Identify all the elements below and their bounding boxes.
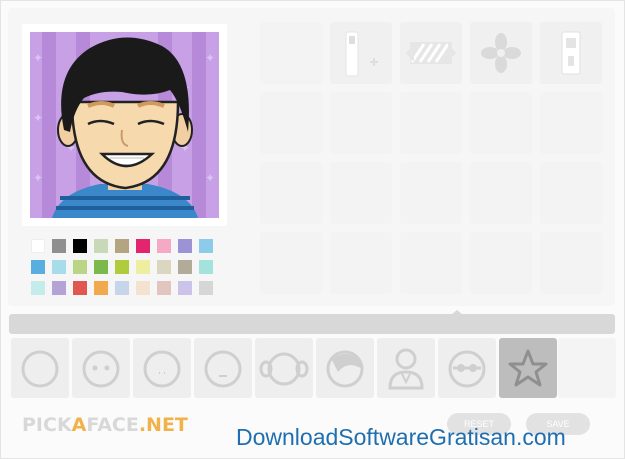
option-slot[interactable] [540,92,602,154]
watermark-text: DownloadSoftwareGratisan.com [236,424,566,450]
phone-device-icon [561,31,581,75]
color-swatch[interactable] [157,239,171,253]
option-slot[interactable] [400,92,462,154]
color-swatch[interactable] [73,260,87,274]
logo-text-net: .NET [138,414,188,436]
color-swatch[interactable] [115,281,129,295]
site-logo: PICKAFACE.NET [22,414,188,436]
option-slot[interactable] [400,162,462,224]
category-tabs [9,338,616,398]
color-swatch[interactable] [178,260,192,274]
option-slot[interactable] [470,92,532,154]
tab-clothes[interactable] [377,338,435,398]
option-slot[interactable] [330,232,392,294]
color-swatch[interactable] [94,239,108,253]
extras-star-icon [508,349,548,387]
logo-text-face: FACE [86,414,139,436]
logo-text-a: A [71,414,87,436]
mouth-icon [204,350,242,388]
color-swatch[interactable] [31,260,45,274]
color-swatch[interactable] [52,281,66,295]
svg-text:✦: ✦ [33,51,43,65]
tab-glasses[interactable] [438,338,496,398]
color-swatch[interactable] [52,260,66,274]
nose-icon [143,350,181,388]
flower-ornament-icon [481,33,521,73]
option-empty[interactable] [260,22,322,84]
color-swatch[interactable] [199,239,213,253]
svg-text:✦: ✦ [205,51,215,65]
color-swatch[interactable] [73,281,87,295]
glasses-icon [448,350,486,388]
color-swatch[interactable] [157,281,171,295]
color-swatch[interactable] [115,260,129,274]
svg-text:✦: ✦ [33,171,43,185]
category-divider [9,314,615,334]
color-swatch[interactable] [178,281,192,295]
option-slot[interactable] [330,162,392,224]
color-swatch[interactable] [199,281,213,295]
tab-face-shape[interactable] [11,338,69,398]
option-slot[interactable] [540,232,602,294]
color-swatch[interactable] [199,260,213,274]
color-swatch[interactable] [31,239,45,253]
option-slot[interactable] [470,162,532,224]
tab-blank[interactable] [558,338,616,398]
option-slot[interactable] [260,232,322,294]
avatar-image: ✦✦✦ ✦✦ ✦✦✦✦ [30,32,219,218]
tab-mouth[interactable] [194,338,252,398]
option-phone-device[interactable] [540,22,602,84]
ears-icon [259,352,309,386]
tab-nose[interactable] [133,338,191,398]
color-swatch[interactable] [73,239,87,253]
color-swatch[interactable] [52,239,66,253]
clothes-icon [388,348,424,390]
option-striped-badge[interactable] [400,22,462,84]
face-shape-icon [21,350,59,388]
logo-text-pick: PICK [22,414,72,436]
tab-eyes[interactable] [72,338,130,398]
color-swatch[interactable] [157,260,171,274]
option-slot[interactable] [260,162,322,224]
color-swatch[interactable] [115,239,129,253]
color-swatch[interactable] [136,281,150,295]
option-slot[interactable] [260,92,322,154]
option-wand-sparkle[interactable] [330,22,392,84]
avatar-preview: ✦✦✦ ✦✦ ✦✦✦✦ [22,24,227,226]
option-slot[interactable] [330,92,392,154]
color-swatch[interactable] [94,281,108,295]
option-slot[interactable] [470,232,532,294]
tab-ears[interactable] [255,338,313,398]
color-swatch[interactable] [136,260,150,274]
hair-icon [326,350,364,388]
svg-text:✦: ✦ [33,111,43,125]
color-swatch[interactable] [94,260,108,274]
option-slot[interactable] [400,232,462,294]
option-flower-ornament[interactable] [470,22,532,84]
color-swatch[interactable] [136,239,150,253]
striped-badge-icon [406,42,456,64]
tab-hair[interactable] [316,338,374,398]
option-slot[interactable] [540,162,602,224]
tab-extras[interactable] [499,338,557,398]
color-swatch[interactable] [31,281,45,295]
color-swatch[interactable] [178,239,192,253]
wand-sparkle-icon [345,31,378,77]
option-grid [258,22,604,302]
eyes-icon [82,350,120,388]
svg-text:✦: ✦ [205,171,215,185]
